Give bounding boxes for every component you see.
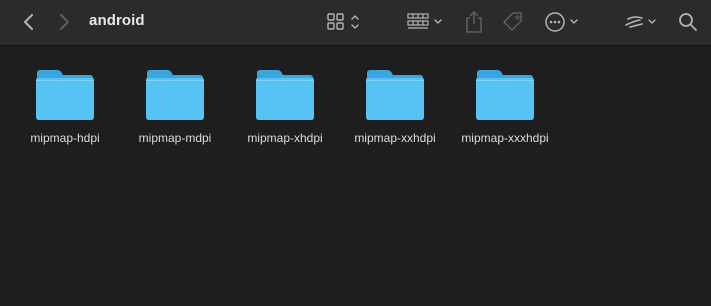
folder-item[interactable]: mipmap-xhdpi bbox=[230, 67, 340, 145]
forward-button[interactable] bbox=[53, 11, 75, 33]
back-button[interactable] bbox=[18, 11, 40, 33]
group-by-button[interactable] bbox=[405, 10, 447, 34]
window-title: android bbox=[89, 12, 145, 29]
chevron-left-icon bbox=[24, 14, 33, 30]
folder-icon bbox=[36, 70, 94, 120]
folder-label: mipmap-xhdpi bbox=[247, 131, 323, 145]
folder-label: mipmap-mdpi bbox=[138, 131, 212, 145]
share-button[interactable] bbox=[462, 9, 486, 35]
folder-icon bbox=[366, 70, 424, 120]
folder-item[interactable]: mipmap-xxhdpi bbox=[340, 67, 450, 145]
folder-icon bbox=[146, 70, 204, 120]
toolbar-extension-icon bbox=[625, 16, 656, 28]
tag-button[interactable] bbox=[500, 9, 526, 35]
folder-icon bbox=[256, 70, 314, 120]
folder-label: mipmap-xxxhdpi bbox=[461, 131, 549, 145]
more-actions-button[interactable] bbox=[542, 9, 584, 35]
folder-item[interactable]: mipmap-xxxhdpi bbox=[450, 67, 560, 145]
finder-window: android mipmap-hdpi mipmap-mdpi mipmap-x… bbox=[0, 0, 711, 306]
view-mode-button[interactable] bbox=[324, 10, 364, 34]
folder-icon bbox=[476, 70, 534, 120]
toolbar: android bbox=[0, 0, 711, 46]
grid-view-icon bbox=[327, 13, 359, 30]
chevron-right-icon bbox=[60, 14, 69, 30]
search-button[interactable] bbox=[676, 10, 700, 34]
folder-grid: mipmap-hdpi mipmap-mdpi mipmap-xhdpi mip… bbox=[0, 47, 711, 306]
more-actions-icon bbox=[545, 12, 578, 32]
folder-label: mipmap-xxhdpi bbox=[354, 131, 436, 145]
folder-item[interactable]: mipmap-hdpi bbox=[10, 67, 120, 145]
folder-label: mipmap-hdpi bbox=[30, 131, 100, 145]
share-icon bbox=[466, 11, 482, 33]
folder-item[interactable]: mipmap-mdpi bbox=[120, 67, 230, 145]
tag-icon bbox=[503, 12, 522, 31]
search-icon bbox=[679, 13, 697, 31]
group-by-icon bbox=[407, 13, 442, 29]
toolbar-extension-button[interactable] bbox=[620, 9, 662, 35]
